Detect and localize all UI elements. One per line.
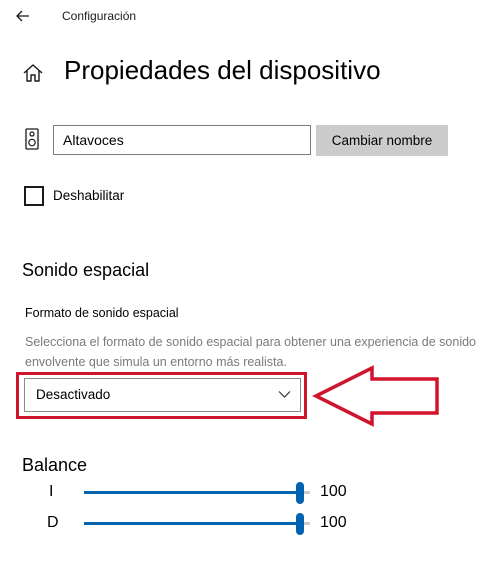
slider-fill	[84, 491, 300, 494]
back-arrow-icon	[16, 10, 29, 22]
spatial-format-select[interactable]: Desactivado	[24, 378, 301, 412]
balance-right-value: 100	[320, 514, 347, 531]
balance-right-label: D	[47, 514, 59, 531]
slider-thumb[interactable]	[296, 513, 304, 535]
balance-left-value: 100	[320, 483, 347, 500]
annotation-arrow-icon	[312, 365, 439, 427]
balance-section-title: Balance	[22, 455, 88, 475]
slider-thumb[interactable]	[296, 482, 304, 504]
spatial-format-selected-value: Desactivado	[36, 387, 111, 402]
balance-left-label: I	[49, 483, 54, 500]
page-title: Propiedades del dispositivo	[64, 55, 381, 85]
balance-left-slider[interactable]	[84, 481, 310, 505]
spatial-sound-section-title: Sonido espacial	[22, 260, 150, 280]
rename-button[interactable]: Cambiar nombre	[316, 125, 448, 156]
slider-fill	[84, 522, 300, 525]
device-name-input[interactable]	[53, 125, 311, 155]
disable-checkbox-label[interactable]: Deshabilitar	[53, 188, 124, 203]
home-icon	[22, 62, 44, 84]
balance-right-slider[interactable]	[84, 512, 310, 536]
app-title: Configuración	[62, 9, 137, 23]
back-button[interactable]	[10, 4, 36, 28]
speaker-icon	[25, 128, 39, 150]
disable-checkbox[interactable]	[24, 186, 44, 206]
spatial-format-label: Formato de sonido espacial	[25, 306, 179, 320]
chevron-down-icon	[278, 391, 291, 398]
